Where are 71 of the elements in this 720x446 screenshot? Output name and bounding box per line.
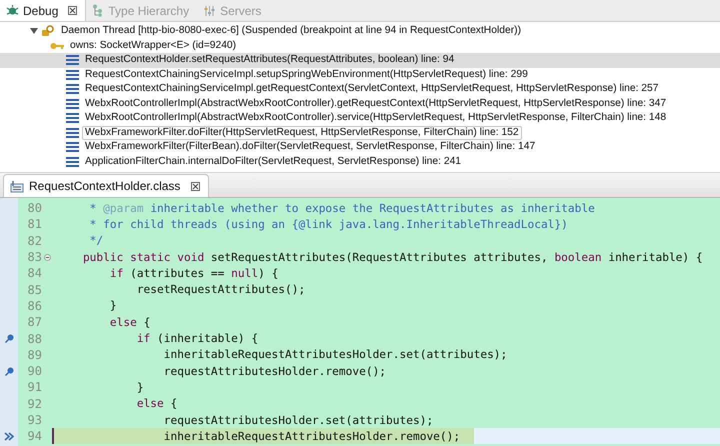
code-line: if (inheritable) {: [136, 332, 258, 346]
stack-frame-icon: [66, 55, 79, 66]
line-number: 86: [26, 298, 42, 313]
line-number: 81: [26, 217, 42, 232]
stack-frame-label: WebxRootControllerImpl(AbstractWebxRootController).getRequestContext(HttpServletRequest, HttpServletResponse) line: 347: [84, 96, 668, 111]
close-icon[interactable]: [68, 6, 78, 15]
stack-frame-row[interactable]: WebxRootControllerImpl(AbstractWebxRootController).service(HttpServletRequest, HttpServletResponse, FilterChain) line: 148: [0, 111, 720, 126]
stack-frame-row[interactable]: RequestContextHolder.setRequestAttributes(RequestAttributes, boolean) line: 94: [0, 53, 720, 68]
line-number: 88: [26, 332, 42, 346]
code-line: requestAttributesHolder.remove();: [162, 364, 386, 378]
stack-frame-row[interactable]: WebxRootControllerImpl(AbstractWebxRootController).getRequestContext(HttpServletRequest, HttpServletResponse) line: 347: [0, 96, 720, 111]
hierarchy-icon: [92, 4, 104, 17]
stack-frame-row[interactable]: RequestContextChainingServiceImpl.setupSpringWebEnvironment(HttpServletRequest) line: 299: [0, 68, 720, 82]
key-icon: [50, 42, 64, 50]
line-number: 94: [26, 429, 42, 444]
stack-frame-icon: [66, 98, 79, 109]
line-number: 92: [26, 396, 42, 411]
code-line: }: [108, 299, 117, 312]
stack-frame-label: RequestContextHolder.setRequestAttributes(RequestAttributes, boolean) line: 94: [84, 53, 456, 68]
code-line: }: [136, 380, 144, 394]
class-file-icon: [10, 180, 24, 192]
monitor-label: owns: SocketWrapper<E> (id=9240): [69, 38, 238, 53]
line-number: 91: [26, 380, 42, 394]
code-line: else {: [136, 397, 178, 410]
line-number: 83: [26, 250, 42, 264]
line-number: 90: [26, 364, 42, 378]
code-line: inheritableRequestAttributesHolder.remove();: [162, 430, 460, 443]
stack-frame-icon: [66, 156, 79, 167]
stack-frame-icon: [66, 113, 79, 124]
breakpoint-icon[interactable]: [4, 366, 14, 376]
line-number: 84: [26, 266, 42, 280]
close-icon[interactable]: [191, 182, 200, 190]
bug-icon: [6, 4, 19, 17]
code-line: if (attributes == null) {: [108, 266, 278, 280]
sliders-icon: [203, 4, 216, 16]
instruction-pointer-icon: [4, 432, 14, 441]
stack-frame-label: WebxRootControllerImpl(AbstractWebxRootController).service(HttpServletRequest, HttpServletResponse, FilterChain) line: 148: [84, 111, 668, 126]
stack-frame-label: WebxFrameworkFilter(FilterBean).doFilter(ServletRequest, ServletResponse, FilterChain) line: 147: [84, 140, 536, 154]
stack-frame-icon: [66, 128, 79, 138]
code-line: public static void setRequestAttributes(RequestAttributes attributes, boolean inheritable) {: [82, 250, 703, 264]
line-number: 80: [26, 201, 42, 216]
line-number: 82: [26, 234, 42, 248]
code-line: * for child threads (using an {@link java.lang.InheritableThreadLocal}): [88, 218, 568, 231]
stack-frame-row[interactable]: RequestContextChainingServiceImpl.getRequestContext(ServletContext, HttpServletRequest, HttpServletResponse) line: 257: [0, 82, 720, 96]
stack-frame-label: RequestContextChainingServiceImpl.setupSpringWebEnvironment(HttpServletRequest) line: 299: [84, 68, 529, 82]
stack-frame-row[interactable]: WebxFrameworkFilter(FilterBean).doFilter(ServletRequest, ServletResponse, FilterChain) line: 147: [0, 140, 720, 154]
stack-frame-icon: [66, 70, 79, 80]
stack-frame-icon: [66, 142, 79, 152]
line-number: 85: [26, 282, 42, 297]
stack-frame-label: RequestContextChainingServiceImpl.getRequestContext(ServletContext, HttpServletRequest, HttpServletResponse) line: 257: [84, 82, 660, 96]
collapse-icon[interactable]: [44, 254, 50, 261]
stack-frame-row[interactable]: ApplicationFilterChain.internalDoFilter(ServletRequest, ServletResponse) line: 241: [0, 154, 720, 169]
breakpoint-icon[interactable]: [4, 334, 14, 344]
code-line: * @param inheritable whether to expose the RequestAttributes as inheritable: [88, 202, 595, 215]
code-line: resetRequestAttributes();: [136, 283, 306, 296]
thread-label[interactable]: Daemon Thread [http-bio-8080-exec-6] (Suspended (breakpoint at line 94 in RequestContextHolder)): [58, 24, 524, 38]
stack-frame-label: WebxFrameworkFilter.doFilter(HttpServletRequest, HttpServletResponse, FilterChain) line: 152: [82, 126, 522, 140]
view-tab[interactable]: Debug: [0, 0, 86, 21]
editor-tab[interactable]: RequestContextHolder.class: [3, 174, 210, 197]
line-number: 89: [26, 348, 42, 362]
thread-icon: [41, 25, 55, 38]
code-line: requestAttributesHolder.set(attributes);: [162, 414, 434, 426]
code-line: */: [88, 234, 104, 248]
code-line: inheritableRequestAttributesHolder.set(attributes);: [162, 348, 508, 362]
code-line: else {: [108, 316, 150, 329]
expanded-triangle-icon[interactable]: [30, 27, 38, 36]
line-number: 93: [26, 413, 42, 427]
stack-frame-row[interactable]: WebxFrameworkFilter.doFilter(HttpServletRequest, HttpServletResponse, FilterChain) line: 152: [0, 126, 720, 140]
stack-frame-icon: [66, 84, 79, 94]
line-number: 87: [26, 315, 42, 330]
stack-frame-label: ApplicationFilterChain.internalDoFilter(ServletRequest, ServletResponse) line: 241: [84, 154, 462, 169]
